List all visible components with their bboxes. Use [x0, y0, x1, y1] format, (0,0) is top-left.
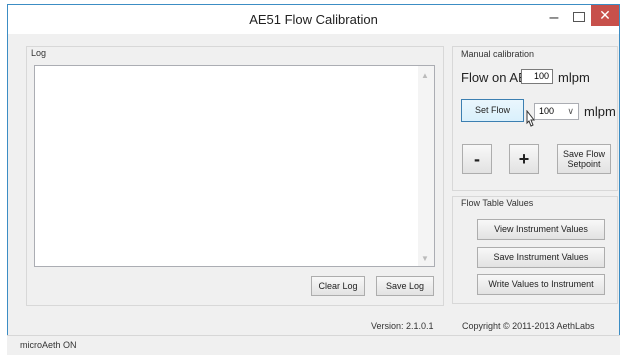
log-scrollbar[interactable]: ▲ ▼	[418, 66, 434, 266]
flow-input[interactable]: 100	[521, 69, 553, 84]
close-button[interactable]: ✕	[591, 5, 619, 26]
flow-select[interactable]: 100 ∨	[534, 103, 579, 120]
save-flow-setpoint-button[interactable]: Save Flow Setpoint	[557, 144, 611, 174]
manual-calibration-label: Manual calibration	[461, 49, 535, 59]
save-flow-setpoint-line2: Setpoint	[567, 159, 601, 169]
chevron-down-icon[interactable]: ∨	[567, 104, 574, 119]
view-instrument-values-button[interactable]: View Instrument Values	[477, 219, 605, 240]
scroll-up-icon[interactable]: ▲	[421, 71, 429, 80]
cursor-icon	[526, 110, 536, 127]
combo-unit: mlpm	[584, 104, 616, 119]
window-title: AE51 Flow Calibration	[249, 12, 378, 27]
decrease-button[interactable]: -	[462, 144, 492, 174]
maximize-button[interactable]	[573, 12, 585, 22]
set-flow-button[interactable]: Set Flow	[461, 99, 524, 122]
flow-table-label: Flow Table Values	[461, 198, 534, 208]
save-log-button[interactable]: Save Log	[376, 276, 434, 296]
clear-log-button[interactable]: Clear Log	[311, 276, 365, 296]
copyright-text: Copyright © 2011-2013 AethLabs	[462, 321, 595, 331]
flow-select-value: 100	[539, 106, 555, 116]
title-bar: AE51 Flow Calibration – ✕	[8, 5, 619, 34]
save-instrument-values-button[interactable]: Save Instrument Values	[477, 247, 605, 268]
status-bar: microAeth ON	[7, 335, 620, 355]
log-label: Log	[31, 48, 47, 58]
status-text: microAeth ON	[20, 340, 77, 350]
log-textarea[interactable]: ▲ ▼	[34, 65, 435, 267]
write-values-to-instrument-button[interactable]: Write Values to Instrument	[477, 274, 605, 295]
increase-button[interactable]: +	[509, 144, 539, 174]
version-text: Version: 2.1.0.1	[371, 321, 434, 331]
minimize-button[interactable]: –	[545, 9, 563, 27]
save-flow-setpoint-line1: Save Flow	[562, 148, 606, 159]
scroll-down-icon[interactable]: ▼	[421, 254, 429, 263]
flow-unit: mlpm	[558, 70, 590, 85]
